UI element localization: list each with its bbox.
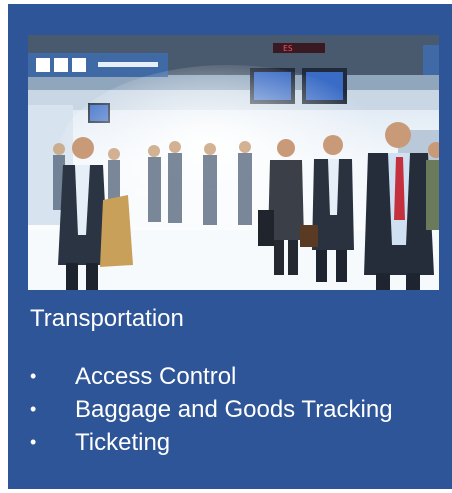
list-item-label: Baggage and Goods Tracking xyxy=(75,396,393,423)
bullet-icon: • xyxy=(30,432,37,452)
list-item-label: Ticketing xyxy=(75,429,171,456)
led-sign-text: ES xyxy=(283,44,293,53)
airport-terminal-photo: ES xyxy=(28,35,439,290)
bullet-icon: • xyxy=(30,366,37,386)
transportation-card: ES Transportation • Access Control • Bag… xyxy=(8,4,452,489)
bullet-icon: • xyxy=(30,399,37,419)
list-item-label: Access Control xyxy=(75,363,237,390)
section-title: Transportation xyxy=(30,305,184,332)
